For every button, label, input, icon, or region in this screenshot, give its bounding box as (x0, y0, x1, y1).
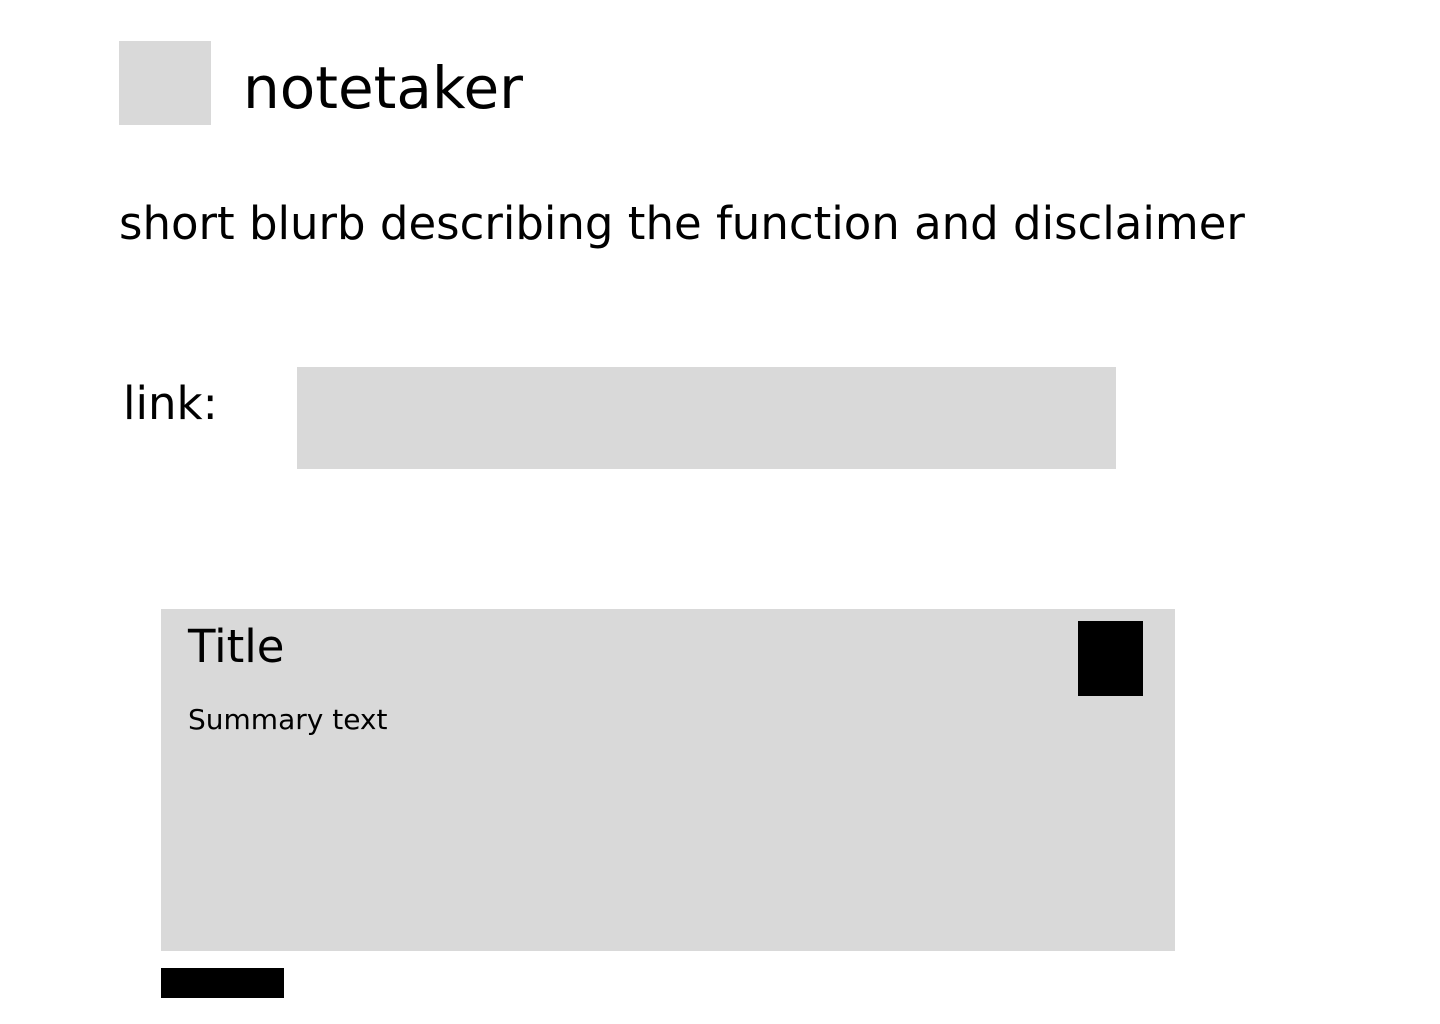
note-summary: Summary text (188, 703, 388, 736)
app-title: notetaker (243, 54, 524, 122)
note-card: Title Summary text (161, 609, 1175, 951)
logo-placeholder (119, 41, 211, 125)
bottom-action-button[interactable] (161, 968, 284, 998)
link-label: link: (123, 377, 218, 430)
note-title: Title (188, 620, 285, 673)
link-input[interactable] (297, 367, 1116, 469)
note-action-button[interactable] (1078, 621, 1143, 696)
intro-blurb: short blurb describing the function and … (119, 197, 1245, 250)
